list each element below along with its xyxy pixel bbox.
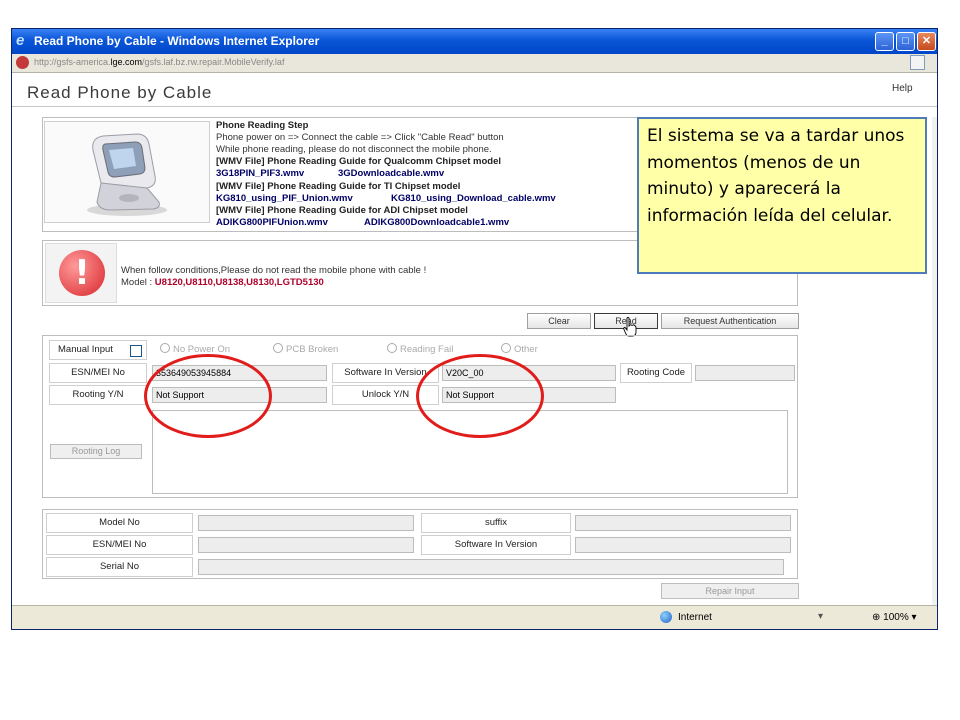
url-domain: lge.com xyxy=(110,57,143,67)
suffix-field[interactable] xyxy=(575,515,791,531)
model-no-field[interactable] xyxy=(198,515,414,531)
divider xyxy=(12,106,937,107)
radio-label: Reading Fail xyxy=(400,344,454,355)
radio-circle-icon xyxy=(501,343,511,353)
page-title: Read Phone by Cable xyxy=(27,83,213,102)
warning-text: When follow conditions,Please do not rea… xyxy=(121,265,427,276)
radio-reading-fail[interactable]: Reading Fail xyxy=(387,343,453,355)
video-link[interactable]: ADIKG800Downloadcable1.wmv xyxy=(364,217,509,228)
url-path: /gsfs.laf.bz.rw.repair.MobileVerify.laf xyxy=(142,57,285,67)
maximize-button[interactable]: □ xyxy=(896,32,915,51)
suffix-label: suffix xyxy=(421,513,571,533)
page-icon[interactable] xyxy=(910,55,925,70)
software-result-field[interactable] xyxy=(575,537,791,553)
ie-icon: e xyxy=(16,32,25,49)
window-title: Read Phone by Cable - Windows Internet E… xyxy=(34,34,320,48)
video-link[interactable]: ADIKG800PIFUnion.wmv xyxy=(216,217,328,228)
model-no-label: Model No xyxy=(46,513,193,533)
manual-input-cell: Manual Input xyxy=(49,340,147,360)
rooting-code-label: Rooting Code xyxy=(620,363,692,383)
guide-ti: [WMV File] Phone Reading Guide for TI Ch… xyxy=(216,181,461,192)
result-table: Model No suffix ESN/MEI No Software In V… xyxy=(42,509,798,579)
zoom-arrow-icon: ▾ xyxy=(911,612,917,623)
security-zone: Internet xyxy=(678,612,712,623)
radio-circle-icon xyxy=(387,343,397,353)
zoom-value: 100% xyxy=(883,612,909,623)
info-heading: Phone Reading Step xyxy=(216,120,309,131)
site-icon xyxy=(16,56,29,69)
warning-icon-frame: ! xyxy=(45,243,117,303)
exclamation-icon: ! xyxy=(59,250,105,296)
video-link[interactable]: KG810_using_PIF_Union.wmv xyxy=(216,193,353,204)
serial-no-field[interactable] xyxy=(198,559,784,575)
esn-result-field[interactable] xyxy=(198,537,414,553)
rooting-code-field[interactable] xyxy=(695,365,795,381)
globe-icon xyxy=(660,611,672,623)
rooting-yn-label: Rooting Y/N xyxy=(49,385,147,405)
esn-result-label: ESN/MEI No xyxy=(46,535,193,555)
callout-box: El sistema se va a tardar unos momentos … xyxy=(637,117,927,274)
guide-adi: [WMV File] Phone Reading Guide for ADI C… xyxy=(216,205,468,216)
esn-label: ESN/MEI No xyxy=(49,363,147,383)
request-authentication-button[interactable]: Request Authentication xyxy=(661,313,799,329)
address-bar[interactable]: http://gsfs-america.lge.com/gsfs.laf.bz.… xyxy=(12,54,937,73)
rooting-log-button[interactable]: Rooting Log xyxy=(50,444,142,459)
radio-other[interactable]: Other xyxy=(501,343,538,355)
annotation-circle xyxy=(144,354,272,438)
info-line: While phone reading, please do not disco… xyxy=(216,144,492,155)
manual-input-checkbox[interactable] xyxy=(130,345,142,357)
clear-button[interactable]: Clear xyxy=(527,313,591,329)
guide-qualcomm: [WMV File] Phone Reading Guide for Qualc… xyxy=(216,156,502,167)
hand-cursor-icon xyxy=(623,317,637,337)
radio-no-power-on[interactable]: No Power On xyxy=(160,343,230,355)
callout-text: El sistema se va a tardar unos momentos … xyxy=(647,126,905,226)
address-url[interactable]: http://gsfs-america.lge.com/gsfs.laf.bz.… xyxy=(34,57,284,67)
video-link[interactable]: 3G18PIN_PIF3.wmv xyxy=(216,168,304,179)
radio-label: PCB Broken xyxy=(286,344,339,355)
annotation-circle xyxy=(416,354,544,438)
video-link[interactable]: KG810_using_Download_cable.wmv xyxy=(391,193,556,204)
url-prefix: http://gsfs-america. xyxy=(34,57,111,67)
minimize-button[interactable]: _ xyxy=(875,32,894,51)
close-button[interactable]: ✕ xyxy=(917,32,936,51)
model-list: U8120,U8110,U8138,U8130,LGTD5130 xyxy=(154,277,324,288)
model-label: Model : xyxy=(121,277,155,288)
radio-circle-icon xyxy=(160,343,170,353)
zoom-icon: ⊕ xyxy=(872,612,881,623)
status-bar: Internet ▾ ⊕ 100% ▾ xyxy=(12,605,937,629)
scrollbar[interactable] xyxy=(932,117,937,629)
protected-mode-icon[interactable]: ▾ xyxy=(818,611,832,623)
zoom-level[interactable]: ⊕ 100% ▾ xyxy=(872,612,917,623)
serial-no-label: Serial No xyxy=(46,557,193,577)
radio-circle-icon xyxy=(273,343,283,353)
repair-input-button[interactable]: Repair Input xyxy=(661,583,799,599)
title-bar: e Read Phone by Cable - Windows Internet… xyxy=(12,29,937,54)
warning-models: Model : U8120,U8110,U8138,U8130,LGTD5130 xyxy=(121,277,324,288)
software-result-label: Software In Version xyxy=(421,535,571,555)
manual-input-label: Manual Input xyxy=(58,344,113,355)
radio-pcb-broken[interactable]: PCB Broken xyxy=(273,343,338,355)
video-link[interactable]: 3GDownloadcable.wmv xyxy=(338,168,444,179)
help-link[interactable]: Help xyxy=(892,83,913,94)
phone-icon xyxy=(87,133,167,216)
info-line: Phone power on => Connect the cable => C… xyxy=(216,132,504,143)
radio-label: Other xyxy=(514,344,538,355)
phone-image xyxy=(44,121,210,223)
